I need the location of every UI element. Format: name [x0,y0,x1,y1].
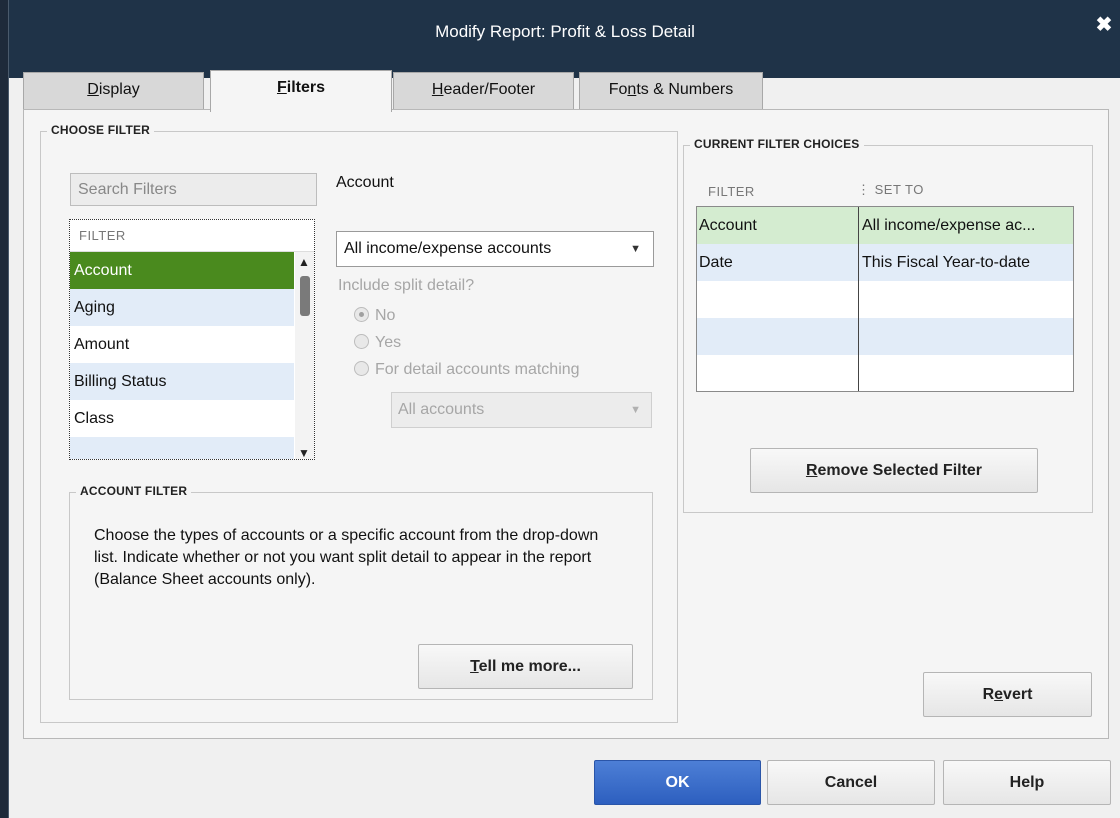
tab-display[interactable]: Display [23,72,204,110]
dropdown-arrow-icon: ▼ [630,243,641,255]
radio-empty-icon [354,334,369,349]
close-icon[interactable]: ✖ [1093,14,1115,36]
help-button[interactable]: Help [943,760,1111,805]
cancel-button[interactable]: Cancel [767,760,935,805]
dropdown-arrow-icon: ▼ [630,404,641,416]
radio-yes[interactable]: Yes [354,334,401,352]
list-item-amount[interactable]: Amount [70,326,294,363]
list-item-billing-status[interactable]: Billing Status [70,363,294,400]
tab-header-footer[interactable]: Header/Footer [393,72,574,110]
scroll-down-arrow-icon[interactable]: ▼ [298,446,310,459]
column-divider [858,207,859,391]
filter-list-header: FILTER [70,220,314,252]
table-row-empty[interactable] [697,281,1073,318]
current-filter-col-filter: FILTER [708,184,755,199]
list-item-class[interactable]: Class [70,400,294,437]
include-split-detail-label: Include split detail? [338,277,475,294]
tab-fonts-numbers[interactable]: Fonts & Numbers [579,72,763,110]
current-filters-table[interactable]: Account All income/expense ac... Date Th… [696,206,1074,392]
table-row-empty[interactable] [697,318,1073,355]
account-dropdown[interactable]: All income/expense accounts ▼ [336,231,654,267]
title-bar: Modify Report: Profit & Loss Detail ✖ [9,0,1120,78]
radio-detail-matching[interactable]: For detail accounts matching [354,361,580,379]
table-row[interactable]: Account All income/expense ac... [697,207,1073,244]
tell-me-more-button[interactable]: Tell me more... [418,644,633,689]
tab-filters[interactable]: Filters [210,70,392,112]
choose-filter-label: CHOOSE FILTER [47,123,155,137]
filter-list-scrollbar[interactable]: ▲ ▼ [295,252,314,459]
radio-selected-icon [354,307,369,322]
account-dropdown-value: All income/expense accounts [344,240,552,257]
account-filter-label: ACCOUNT FILTER [76,484,192,498]
scroll-up-arrow-icon[interactable]: ▲ [298,255,310,269]
search-filters-input[interactable]: Search Filters [70,173,317,206]
background-window-edge [0,0,8,818]
account-section-label: Account [336,174,394,191]
tab-content-filters: CHOOSE FILTER Search Filters FILTER Acco… [23,109,1109,739]
dialog-title: Modify Report: Profit & Loss Detail [435,22,695,41]
modify-report-dialog: Modify Report: Profit & Loss Detail ✖ Di… [8,0,1120,818]
list-item-account[interactable]: Account [70,252,294,289]
list-item-partial[interactable] [70,437,294,459]
ok-button[interactable]: OK [594,760,761,805]
filter-list[interactable]: FILTER Account Aging Amount Billing Stat… [69,219,315,460]
current-filter-choices-label: CURRENT FILTER CHOICES [690,137,864,151]
scroll-thumb[interactable] [300,276,310,316]
revert-button[interactable]: Revert [923,672,1092,717]
radio-empty-icon [354,361,369,376]
remove-selected-filter-button[interactable]: Remove Selected Filter [750,448,1038,493]
radio-no[interactable]: No [354,307,395,325]
list-item-aging[interactable]: Aging [70,289,294,326]
matching-accounts-dropdown[interactable]: All accounts ▼ [391,392,652,428]
account-filter-description: Choose the types of accounts or a specif… [94,527,599,588]
table-row-empty[interactable] [697,355,1073,392]
table-row[interactable]: Date This Fiscal Year-to-date [697,244,1073,281]
current-filter-col-set-to: ⋮ SET TO [857,182,924,197]
